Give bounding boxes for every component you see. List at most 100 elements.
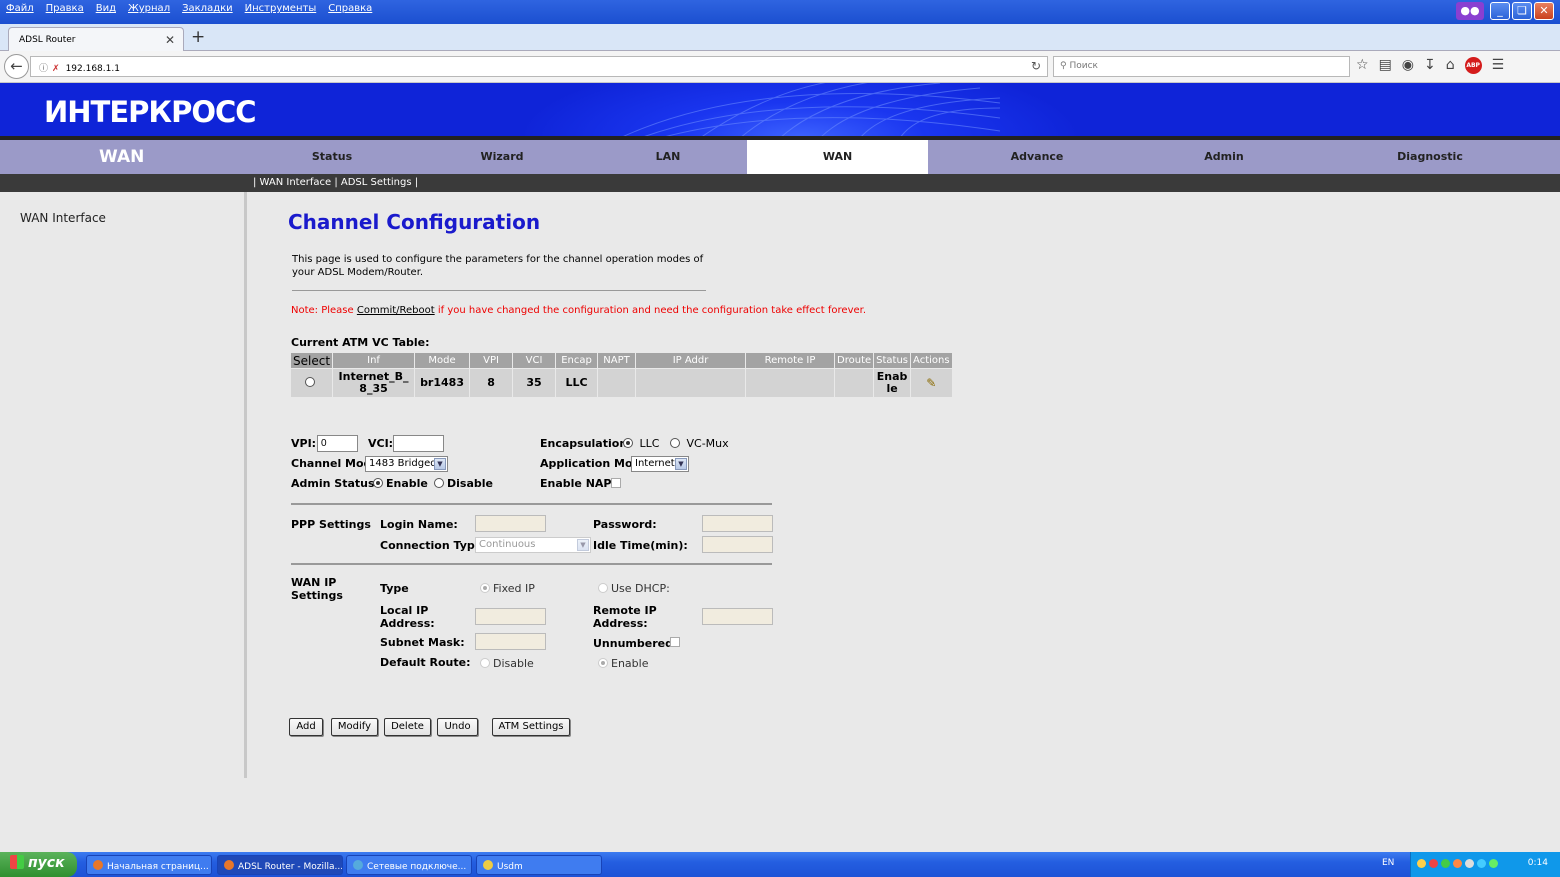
local-ip-label: Local IP Address: bbox=[380, 604, 435, 630]
menu-history[interactable]: Журнал bbox=[128, 3, 170, 14]
tray-icon[interactable] bbox=[1453, 859, 1462, 868]
idle-time-input[interactable] bbox=[702, 536, 773, 553]
close-window-button[interactable]: ✕ bbox=[1534, 2, 1554, 20]
use-dhcp-radio[interactable] bbox=[598, 583, 608, 593]
section-title: WAN bbox=[99, 147, 145, 167]
chevron-down-icon: ▼ bbox=[577, 539, 589, 551]
main-nav: WAN Status Wizard LAN WAN Advance Admin … bbox=[0, 140, 1560, 174]
encap-llc-radio[interactable] bbox=[623, 438, 633, 448]
tray-icon[interactable] bbox=[1429, 859, 1438, 868]
tray-icon[interactable] bbox=[1477, 859, 1486, 868]
tray-icon[interactable] bbox=[1465, 859, 1474, 868]
fixed-ip-radio[interactable] bbox=[480, 583, 490, 593]
tray-icon[interactable] bbox=[1417, 859, 1426, 868]
modify-button[interactable]: Modify bbox=[331, 718, 378, 736]
commit-reboot-link[interactable]: Commit/Reboot bbox=[357, 305, 435, 316]
vci-input[interactable] bbox=[393, 435, 444, 452]
application-mode-value: Internet bbox=[635, 458, 675, 469]
sidebar-item-wan-interface[interactable]: WAN Interface bbox=[20, 211, 106, 225]
menu-view[interactable]: Вид bbox=[96, 3, 116, 14]
default-route-disable-radio[interactable] bbox=[480, 658, 490, 668]
reading-list-icon[interactable]: ▤ bbox=[1379, 57, 1392, 74]
maximize-button[interactable]: ❏ bbox=[1512, 2, 1532, 20]
search-input[interactable]: ⚲ Поиск bbox=[1053, 56, 1350, 77]
subnet-mask-input[interactable] bbox=[475, 633, 546, 650]
task-start-page[interactable]: Начальная страниц... bbox=[86, 855, 212, 875]
sub-nav: | WAN Interface | ADSL Settings | bbox=[0, 174, 1560, 192]
menu-edit[interactable]: Правка bbox=[46, 3, 84, 14]
undo-button[interactable]: Undo bbox=[437, 718, 478, 736]
task-usdm[interactable]: Usdm bbox=[476, 855, 602, 875]
connection-type-label: Connection Type: bbox=[380, 539, 487, 552]
nav-diagnostic[interactable]: Diagnostic bbox=[1350, 140, 1510, 174]
start-button[interactable]: пуск bbox=[0, 852, 77, 877]
home-icon[interactable]: ⌂ bbox=[1446, 57, 1455, 74]
adblock-icon[interactable]: ABP bbox=[1464, 57, 1482, 74]
enable-napt-checkbox[interactable] bbox=[611, 478, 621, 488]
cell-encap: LLC bbox=[555, 368, 599, 398]
local-ip-input[interactable] bbox=[475, 608, 546, 625]
default-route-enable-text: Enable bbox=[611, 657, 649, 670]
application-mode-select[interactable]: Internet ▼ bbox=[631, 456, 689, 472]
clock: 0:14 bbox=[1527, 858, 1548, 868]
nav-admin[interactable]: Admin bbox=[1144, 140, 1304, 174]
encap-vcmux-option[interactable]: VC-Mux bbox=[670, 437, 729, 450]
admin-disable-radio[interactable] bbox=[434, 478, 444, 488]
new-tab-button[interactable]: + bbox=[191, 27, 205, 47]
remote-ip-input[interactable] bbox=[702, 608, 773, 625]
default-route-disable-option[interactable]: Disable bbox=[480, 657, 534, 670]
nav-wan[interactable]: WAN bbox=[747, 140, 928, 174]
add-button[interactable]: Add bbox=[289, 718, 323, 736]
cell-remote-ip bbox=[745, 368, 836, 398]
menu-file[interactable]: Файл bbox=[6, 3, 34, 14]
login-name-input[interactable] bbox=[475, 515, 546, 532]
nav-status[interactable]: Status bbox=[252, 140, 412, 174]
vpi-input[interactable] bbox=[317, 435, 358, 452]
nav-advance[interactable]: Advance bbox=[957, 140, 1117, 174]
admin-enable-radio[interactable] bbox=[373, 478, 383, 488]
task-network-connections[interactable]: Сетевые подключе... bbox=[346, 855, 472, 875]
delete-button[interactable]: Delete bbox=[384, 718, 431, 736]
password-label: Password: bbox=[593, 518, 657, 531]
pocket-icon[interactable]: ◉ bbox=[1402, 57, 1414, 74]
connection-type-select[interactable]: Continuous ▼ bbox=[475, 537, 591, 553]
fixed-ip-option[interactable]: Fixed IP bbox=[480, 582, 535, 595]
bookmark-star-icon[interactable]: ☆ bbox=[1356, 57, 1369, 74]
info-icon[interactable]: ⓘ bbox=[39, 64, 48, 74]
edit-pencil-icon[interactable]: ✎ bbox=[926, 376, 936, 390]
cell-actions: ✎ bbox=[910, 368, 953, 398]
default-route-enable-radio[interactable] bbox=[598, 658, 608, 668]
cell-mode: br1483 bbox=[414, 368, 471, 398]
close-tab-icon[interactable]: ✕ bbox=[165, 33, 175, 47]
use-dhcp-option[interactable]: Use DHCP: bbox=[598, 582, 670, 595]
nav-wizard[interactable]: Wizard bbox=[422, 140, 582, 174]
browser-tab[interactable]: ADSL Router ✕ bbox=[8, 27, 184, 51]
tray-icon[interactable] bbox=[1489, 859, 1498, 868]
minimize-button[interactable]: _ bbox=[1490, 2, 1510, 20]
menu-help[interactable]: Справка bbox=[328, 3, 372, 14]
subnav-links[interactable]: | WAN Interface | ADSL Settings | bbox=[253, 177, 418, 188]
encap-vcmux-radio[interactable] bbox=[670, 438, 680, 448]
back-button[interactable]: ← bbox=[4, 54, 29, 79]
unnumbered-checkbox[interactable] bbox=[670, 637, 680, 647]
reload-icon[interactable]: ↻ bbox=[1031, 59, 1041, 73]
language-indicator[interactable]: EN bbox=[1382, 858, 1394, 868]
admin-enable-option[interactable]: Enable bbox=[373, 477, 428, 490]
admin-disable-option[interactable]: Disable bbox=[434, 477, 493, 490]
tray-icon[interactable] bbox=[1441, 859, 1450, 868]
hamburger-menu-icon[interactable]: ☰ bbox=[1492, 57, 1505, 74]
menu-tools[interactable]: Инструменты bbox=[245, 3, 317, 14]
cell-inf: Internet_B_8_35 bbox=[332, 368, 416, 398]
channel-mode-select[interactable]: 1483 Bridged ▼ bbox=[365, 456, 448, 472]
download-icon[interactable]: ↧ bbox=[1424, 57, 1436, 74]
atm-settings-button[interactable]: ATM Settings bbox=[492, 718, 570, 736]
url-bar[interactable]: ⓘ ✗ 192.168.1.1 ↻ bbox=[30, 56, 1048, 77]
password-input[interactable] bbox=[702, 515, 773, 532]
col-vci: VCI bbox=[512, 352, 557, 369]
menu-bookmarks[interactable]: Закладки bbox=[182, 3, 233, 14]
row-select-radio[interactable] bbox=[305, 377, 316, 387]
encap-llc-option[interactable]: LLC bbox=[623, 437, 659, 450]
nav-lan[interactable]: LAN bbox=[588, 140, 748, 174]
default-route-enable-option[interactable]: Enable bbox=[598, 657, 648, 670]
task-adsl-router[interactable]: ADSL Router - Mozilla... bbox=[217, 855, 343, 875]
